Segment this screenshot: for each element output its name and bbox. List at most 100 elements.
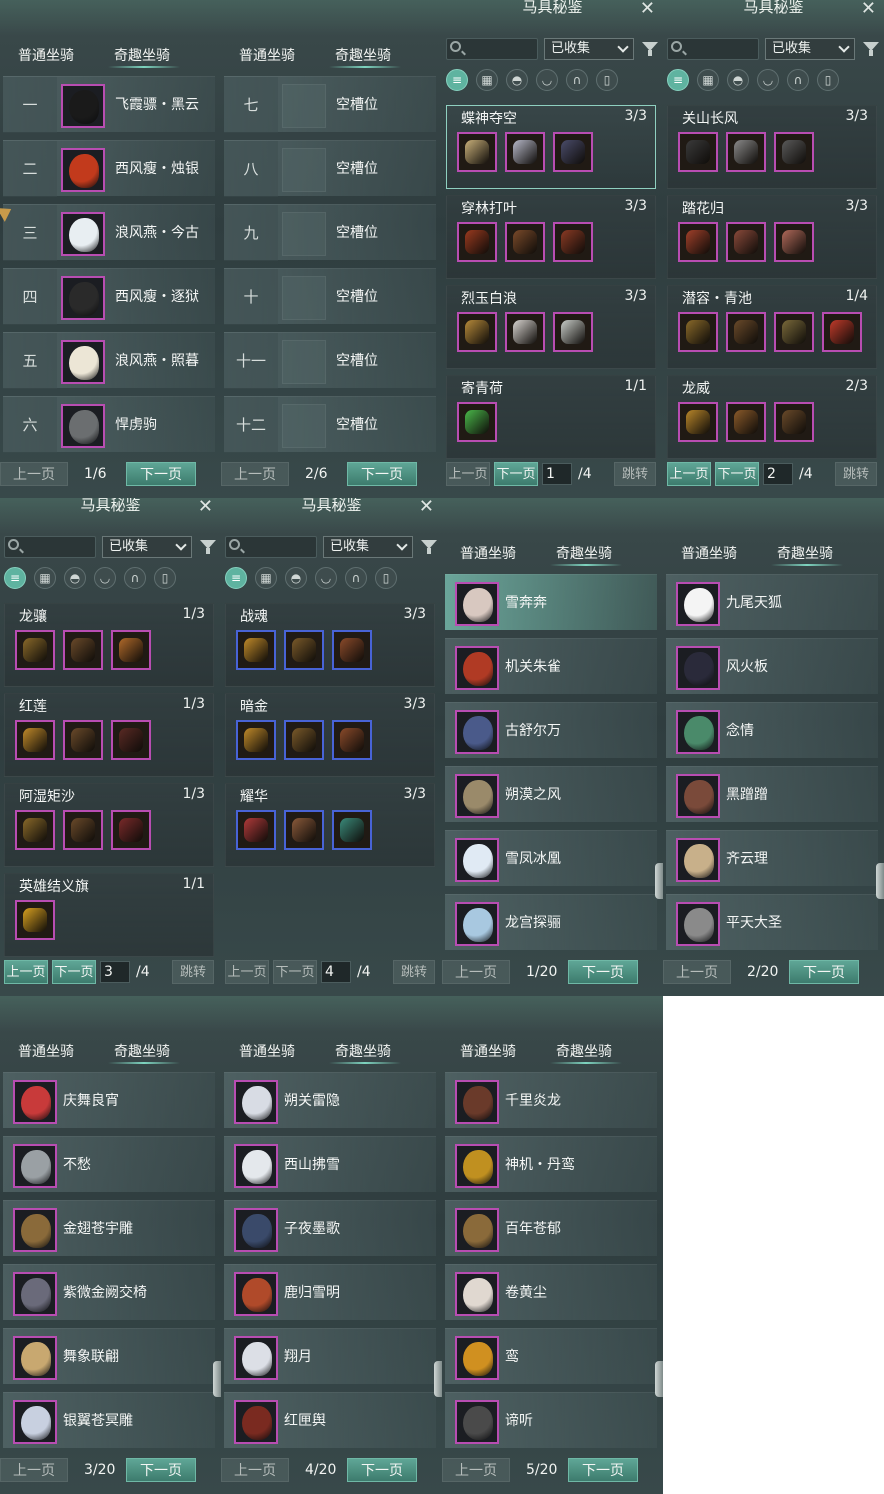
prev-page-button[interactable]: 上一页: [0, 1458, 68, 1482]
equipment-slot[interactable]: [457, 402, 497, 442]
equipment-slot[interactable]: [15, 720, 55, 760]
jump-button[interactable]: 跳转: [393, 960, 435, 984]
page-input[interactable]: 2: [763, 463, 793, 485]
prev-page-button[interactable]: 上一页: [446, 462, 490, 486]
mount-row[interactable]: 齐云理: [666, 830, 878, 886]
mount-row[interactable]: 十一 空槽位: [224, 332, 436, 389]
list-icon[interactable]: ≡: [225, 567, 247, 589]
search-input[interactable]: [667, 38, 759, 60]
equipment-slot[interactable]: [553, 312, 593, 352]
horseshoe-icon[interactable]: ∩: [124, 567, 146, 589]
equipment-slot[interactable]: [822, 312, 862, 352]
next-page-button[interactable]: 下一页: [52, 960, 96, 984]
mount-row[interactable]: 一 飞霞骠・黑云: [3, 76, 215, 133]
page-input[interactable]: 3: [100, 961, 130, 983]
equipment-slot[interactable]: [236, 630, 276, 670]
mount-row[interactable]: 银翼苍冥雕: [3, 1392, 215, 1448]
bridle-icon[interactable]: ◡: [94, 567, 116, 589]
mount-row[interactable]: 翔月: [224, 1328, 436, 1384]
collected-filter-select[interactable]: 已收集: [323, 536, 413, 558]
saddle-icon[interactable]: ◓: [727, 69, 749, 91]
set-card[interactable]: 潜容・青池 1/4: [667, 285, 877, 369]
scroll-handle[interactable]: [213, 1361, 221, 1397]
close-icon[interactable]: ✕: [198, 498, 213, 517]
next-page-button[interactable]: 下一页: [347, 462, 417, 486]
set-card[interactable]: 蝶神夺空 3/3: [446, 105, 656, 189]
tab-fun-mounts[interactable]: 奇趣坐骑: [335, 1041, 391, 1061]
page-input[interactable]: 1: [542, 463, 572, 485]
equipment-slot[interactable]: [111, 810, 151, 850]
equipment-slot[interactable]: [111, 720, 151, 760]
grid-icon[interactable]: ▦: [255, 567, 277, 589]
mount-row[interactable]: 三浪风燕・今古: [3, 204, 215, 261]
mount-row[interactable]: 九尾天狐: [666, 574, 878, 630]
set-card[interactable]: 战魂 3/3: [225, 603, 435, 687]
set-card[interactable]: 耀华 3/3: [225, 783, 435, 867]
grid-icon[interactable]: ▦: [697, 69, 719, 91]
prev-page-button[interactable]: 上一页: [221, 1458, 289, 1482]
prev-page-button[interactable]: 上一页: [663, 960, 731, 984]
mount-row[interactable]: 朔漠之风: [445, 766, 657, 822]
close-icon[interactable]: ✕: [861, 0, 876, 19]
equipment-slot[interactable]: [774, 222, 814, 262]
collected-filter-select[interactable]: 已收集: [102, 536, 192, 558]
equipment-slot[interactable]: [774, 132, 814, 172]
set-card[interactable]: 龙威 2/3: [667, 375, 877, 459]
equipment-slot[interactable]: [726, 402, 766, 442]
set-card[interactable]: 穿林打叶 3/3: [446, 195, 656, 279]
equipment-slot[interactable]: [457, 222, 497, 262]
set-card[interactable]: 红莲 1/3: [4, 693, 214, 777]
mount-row[interactable]: 百年苍郁: [445, 1200, 657, 1256]
prev-page-button[interactable]: 上一页: [4, 960, 48, 984]
mount-row[interactable]: 西山拂雪: [224, 1136, 436, 1192]
equipment-slot[interactable]: [63, 630, 103, 670]
collected-filter-select[interactable]: 已收集: [765, 38, 855, 60]
next-page-button[interactable]: 下一页: [273, 960, 317, 984]
mount-row[interactable]: 八 空槽位: [224, 140, 436, 197]
next-page-button[interactable]: 下一页: [568, 1458, 638, 1482]
jump-button[interactable]: 跳转: [835, 462, 877, 486]
equipment-slot[interactable]: [774, 312, 814, 352]
mount-row[interactable]: 龙宫探骊: [445, 894, 657, 950]
prev-page-button[interactable]: 上一页: [221, 462, 289, 486]
scroll-handle[interactable]: [655, 1361, 663, 1397]
scroll-handle[interactable]: [434, 1361, 442, 1397]
tab-normal-mounts[interactable]: 普通坐骑: [239, 45, 295, 65]
equipment-slot[interactable]: [15, 810, 55, 850]
set-card[interactable]: 暗金 3/3: [225, 693, 435, 777]
set-card[interactable]: 寄青荷 1/1: [446, 375, 656, 459]
page-input[interactable]: 4: [321, 961, 351, 983]
equipment-slot[interactable]: [505, 312, 545, 352]
equipment-slot[interactable]: [726, 312, 766, 352]
tab-fun-mounts[interactable]: 奇趣坐骑: [777, 543, 833, 563]
equipment-slot[interactable]: [236, 720, 276, 760]
mount-row[interactable]: 平天大圣: [666, 894, 878, 950]
next-page-button[interactable]: 下一页: [715, 462, 759, 486]
mount-row[interactable]: 风火板: [666, 638, 878, 694]
mount-row[interactable]: 不愁: [3, 1136, 215, 1192]
armor-icon[interactable]: ▯: [154, 567, 176, 589]
equipment-slot[interactable]: [332, 630, 372, 670]
mount-row[interactable]: 九 空槽位: [224, 204, 436, 261]
equipment-slot[interactable]: [726, 222, 766, 262]
mount-row[interactable]: 四 西风瘦・逐狱: [3, 268, 215, 325]
equipment-slot[interactable]: [553, 222, 593, 262]
equipment-slot[interactable]: [332, 810, 372, 850]
equipment-slot[interactable]: [678, 312, 718, 352]
grid-icon[interactable]: ▦: [476, 69, 498, 91]
bridle-icon[interactable]: ◡: [536, 69, 558, 91]
next-page-button[interactable]: 下一页: [347, 1458, 417, 1482]
mount-row[interactable]: 古舒尔万: [445, 702, 657, 758]
tab-normal-mounts[interactable]: 普通坐骑: [239, 1041, 295, 1061]
horseshoe-icon[interactable]: ∩: [787, 69, 809, 91]
mount-row[interactable]: 庆舞良宵: [3, 1072, 215, 1128]
equipment-slot[interactable]: [236, 810, 276, 850]
tab-fun-mounts[interactable]: 奇趣坐骑: [114, 45, 170, 65]
set-card[interactable]: 阿湿矩沙 1/3: [4, 783, 214, 867]
horseshoe-icon[interactable]: ∩: [566, 69, 588, 91]
saddle-icon[interactable]: ◓: [285, 567, 307, 589]
equipment-slot[interactable]: [284, 630, 324, 670]
mount-row[interactable]: 红匣舆: [224, 1392, 436, 1448]
equipment-slot[interactable]: [332, 720, 372, 760]
list-icon[interactable]: ≡: [4, 567, 26, 589]
